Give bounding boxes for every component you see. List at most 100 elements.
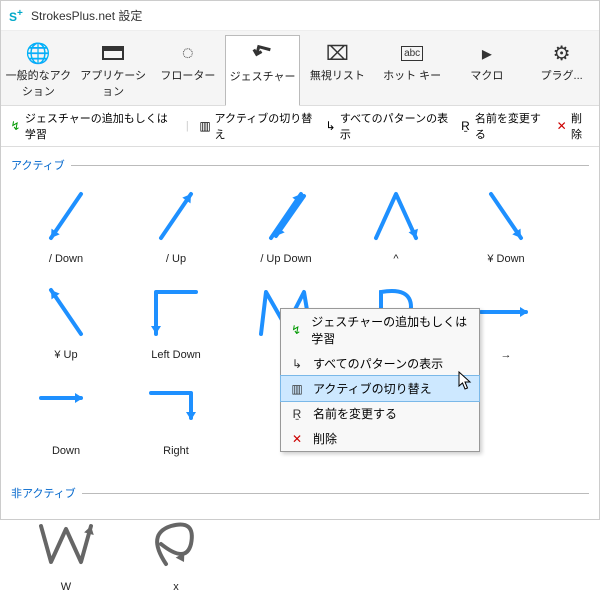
divider [71,165,589,166]
gesture-name: ¥ Down [451,253,561,265]
goto-icon: ↳ [324,119,337,133]
tool-toggle-active[interactable]: ▥ アクティブの切り替え [199,110,314,142]
undo-arrow-icon [228,40,297,68]
tool-label: 名前を変更する [475,110,545,142]
ribbon-tabs: 🌐一般的なアクションアプリケーション◌フロータージェスチャー⌧無視リストabcホ… [1,31,599,106]
gesture-stroke [121,181,231,251]
gesture-stroke [11,277,121,347]
rename-icon: Ṟ [289,406,305,422]
goto-icon: ↳ [289,356,305,372]
ribbon-label: アプリケーション [78,67,149,99]
gesture-item[interactable]: Down [11,369,121,465]
gesture-name: x [121,581,231,593]
x-box-icon: ⌧ [302,39,373,67]
gesture-item[interactable]: x [121,505,231,601]
tool-label: アクティブの切り替え [215,110,315,142]
tool-show-all[interactable]: ↳ すべてのパターンの表示 [324,110,449,142]
ribbon-label: フローター [152,67,223,83]
gesture-item[interactable]: Right [121,369,231,465]
gesture-name: Right [121,445,231,457]
context-menu-item[interactable]: ↯ ジェスチャーの追加もしくは学習 [281,309,479,351]
globe-icon: 🌐 [3,39,74,67]
context-menu[interactable]: ↯ ジェスチャーの追加もしくは学習 ↳ すべてのパターンの表示 ▥ アクティブの切り替え Ṟ… [280,308,480,452]
gesture-item[interactable]: / Up [121,177,231,273]
titlebar: S+ StrokesPlus.net 設定 [1,1,599,31]
section-label: 非アクティブ [11,485,76,501]
ribbon-label: ジェスチャー [228,68,297,84]
ribbon-tab[interactable]: 🌐一般的なアクション [1,35,76,105]
context-menu-item[interactable]: Ṟ 名前を変更する [281,401,479,426]
gesture-stroke [11,181,121,251]
separator: | [186,120,189,132]
rename-icon: Ṟ [459,119,472,133]
gesture-name: Down [11,445,121,457]
gesture-stroke [121,277,231,347]
gesture-stroke [341,181,451,251]
gesture-name: ¥ Up [11,349,121,361]
gesture-item[interactable]: / Down [11,177,121,273]
inactive-header: 非アクティブ [11,485,589,501]
context-menu-item[interactable]: ✕ 削除 [281,426,479,451]
gesture-item[interactable]: ¥ Down [451,177,561,273]
toggle-icon: ▥ [289,381,305,397]
tool-label: ジェスチャーの追加もしくは学習 [25,110,176,142]
context-menu-label: アクティブの切り替え [313,380,432,397]
gesture-stroke [11,373,121,443]
gesture-name: / Up [121,253,231,265]
ribbon-label: 一般的なアクション [3,67,74,99]
ribbon-tab[interactable]: アプリケーション [76,35,151,105]
ribbon-label: ホット キー [377,67,448,83]
context-menu-item[interactable]: ↳ すべてのパターンの表示 [281,351,479,376]
ribbon-tab[interactable]: abcホット キー [375,35,450,105]
tool-add-learn[interactable]: ↯ ジェスチャーの追加もしくは学習 [9,110,176,142]
plus-arrow-icon: ↯ [9,119,22,133]
gesture-item[interactable]: ¥ Up [11,273,121,369]
gesture-item[interactable]: / Up Down [231,177,341,273]
play-cursor-icon: ▸ [452,39,523,67]
tool-rename[interactable]: Ṟ 名前を変更する [459,110,545,142]
ribbon-label: 無視リスト [302,67,373,83]
ribbon-label: マクロ [452,67,523,83]
gesture-name: W [11,581,121,593]
gesture-stroke [121,373,231,443]
gesture-item[interactable]: W [11,505,121,601]
gesture-item[interactable]: ^ [341,177,451,273]
circle-dashed-icon: ◌ [152,39,223,67]
toggle-icon: ▥ [199,119,212,133]
gear-icon: ⚙ [526,39,597,67]
window-title: StrokesPlus.net 設定 [31,7,142,24]
gesture-item[interactable]: Left Down [121,273,231,369]
context-menu-label: 名前を変更する [313,405,397,422]
gesture-name: Left Down [121,349,231,361]
ribbon-tab[interactable]: ジェスチャー [225,35,300,106]
tool-label: 削除 [571,110,591,142]
ribbon-label: プラグ... [526,67,597,83]
inactive-section: 非アクティブ Wx [1,475,599,611]
context-menu-label: すべてのパターンの表示 [313,355,443,372]
tool-label: すべてのパターンの表示 [340,110,449,142]
ribbon-tab[interactable]: ⚙プラグ... [524,35,599,105]
gesture-stroke [451,181,561,251]
secondary-toolbar: ↯ ジェスチャーの追加もしくは学習 | ▥ アクティブの切り替え ↳ すべてのパ… [1,106,599,147]
context-menu-item[interactable]: ▥ アクティブの切り替え [280,375,480,402]
ribbon-tab[interactable]: ◌フローター [150,35,225,105]
ribbon-tab[interactable]: ▸マクロ [450,35,525,105]
context-menu-label: 削除 [313,430,337,447]
delete-icon: ✕ [555,119,568,133]
section-label: アクティブ [11,157,65,173]
inactive-gesture-grid: Wx [11,505,589,601]
tool-delete[interactable]: ✕ 削除 [555,110,591,142]
app-icon: S+ [9,8,25,24]
active-header: アクティブ [11,157,589,173]
gesture-name: / Up Down [231,253,341,265]
context-menu-label: ジェスチャーの追加もしくは学習 [311,313,471,347]
divider [82,493,589,494]
plus-arrow-icon: ↯ [289,322,303,338]
gesture-name: ^ [341,253,451,265]
delete-icon: ✕ [289,431,305,447]
gesture-name: / Down [11,253,121,265]
ribbon-tab[interactable]: ⌧無視リスト [300,35,375,105]
window-icon [78,39,149,67]
gesture-stroke [231,181,341,251]
abc-box-icon: abc [377,39,448,67]
